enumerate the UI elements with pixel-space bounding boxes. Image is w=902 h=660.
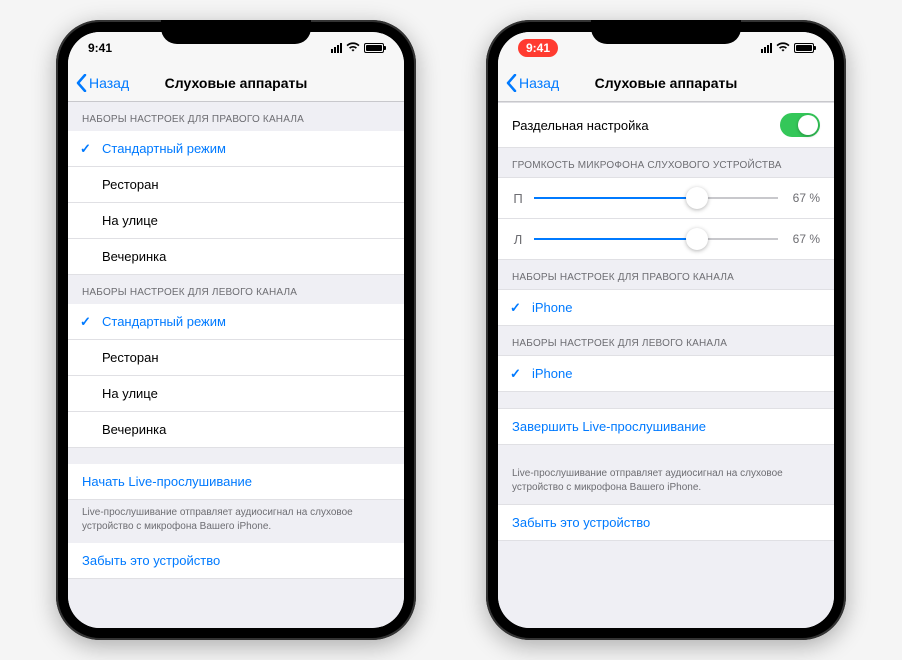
split-adjustment-label: Раздельная настройка (512, 118, 649, 133)
preset-item[interactable]: Стандартный режим (68, 131, 404, 167)
split-adjustment-toggle[interactable]: Раздельная настройка (498, 102, 834, 148)
chevron-left-icon (76, 74, 87, 92)
back-label: Назад (519, 75, 559, 91)
slider-side-label: П (512, 191, 524, 206)
preset-item[interactable]: На улице (68, 203, 404, 239)
mic-volume-header: ГРОМКОСТЬ МИКРОФОНА СЛУХОВОГО УСТРОЙСТВА (498, 148, 834, 177)
slider-value: 67 % (788, 191, 820, 205)
chevron-left-icon (506, 74, 517, 92)
battery-icon (364, 43, 384, 53)
signal-icon (331, 43, 342, 53)
back-label: Назад (89, 75, 129, 91)
volume-slider-right: П 67 % (498, 177, 834, 219)
status-time-recording[interactable]: 9:41 (518, 39, 558, 57)
page-title: Слуховые аппараты (595, 75, 738, 91)
wifi-icon (346, 41, 360, 55)
left-presets-header: НАБОРЫ НАСТРОЕК ДЛЯ ЛЕВОГО КАНАЛА (498, 326, 834, 355)
battery-icon (794, 43, 814, 53)
notch (161, 20, 311, 44)
slider-value: 67 % (788, 232, 820, 246)
wifi-icon (776, 41, 790, 55)
preset-item[interactable]: Стандартный режим (68, 304, 404, 340)
slider-track[interactable] (534, 186, 778, 210)
phone-right: 9:41 Назад Слуховые аппараты Раздельная … (486, 20, 846, 640)
start-live-listen-button[interactable]: Начать Live-прослушивание (68, 464, 404, 500)
signal-icon (761, 43, 772, 53)
status-time: 9:41 (88, 41, 112, 55)
live-listen-note: Live-прослушивание отправляет аудиосигна… (498, 461, 834, 504)
phone-left: 9:41 Назад Слуховые аппараты НАБОРЫ НАСТ… (56, 20, 416, 640)
forget-device-button[interactable]: Забыть это устройство (498, 504, 834, 541)
right-presets-header: НАБОРЫ НАСТРОЕК ДЛЯ ПРАВОГО КАНАЛА (68, 102, 404, 131)
stop-live-listen-button[interactable]: Завершить Live-прослушивание (498, 408, 834, 445)
preset-item[interactable]: На улице (68, 376, 404, 412)
nav-bar: Назад Слуховые аппараты (498, 64, 834, 102)
slider-track[interactable] (534, 227, 778, 251)
notch (591, 20, 741, 44)
nav-bar: Назад Слуховые аппараты (68, 64, 404, 102)
right-presets-header: НАБОРЫ НАСТРОЕК ДЛЯ ПРАВОГО КАНАЛА (498, 260, 834, 289)
status-icons (761, 41, 814, 55)
left-presets-header: НАБОРЫ НАСТРОЕК ДЛЯ ЛЕВОГО КАНАЛА (68, 275, 404, 304)
forget-device-button[interactable]: Забыть это устройство (68, 543, 404, 579)
status-icons (331, 41, 384, 55)
preset-item[interactable]: Вечеринка (68, 412, 404, 448)
toggle-switch-on[interactable] (780, 113, 820, 137)
back-button[interactable]: Назад (506, 74, 559, 92)
volume-slider-left: Л 67 % (498, 219, 834, 260)
preset-item[interactable]: Ресторан (68, 340, 404, 376)
content-area[interactable]: Раздельная настройка ГРОМКОСТЬ МИКРОФОНА… (498, 102, 834, 628)
preset-item[interactable]: iPhone (498, 289, 834, 326)
preset-item[interactable]: Вечеринка (68, 239, 404, 275)
page-title: Слуховые аппараты (165, 75, 308, 91)
preset-item[interactable]: iPhone (498, 355, 834, 392)
live-listen-note: Live-прослушивание отправляет аудиосигна… (68, 500, 404, 543)
back-button[interactable]: Назад (76, 74, 129, 92)
content-area[interactable]: НАБОРЫ НАСТРОЕК ДЛЯ ПРАВОГО КАНАЛА Станд… (68, 102, 404, 628)
screen: 9:41 Назад Слуховые аппараты Раздельная … (498, 32, 834, 628)
preset-item[interactable]: Ресторан (68, 167, 404, 203)
screen: 9:41 Назад Слуховые аппараты НАБОРЫ НАСТ… (68, 32, 404, 628)
slider-side-label: Л (512, 232, 524, 247)
